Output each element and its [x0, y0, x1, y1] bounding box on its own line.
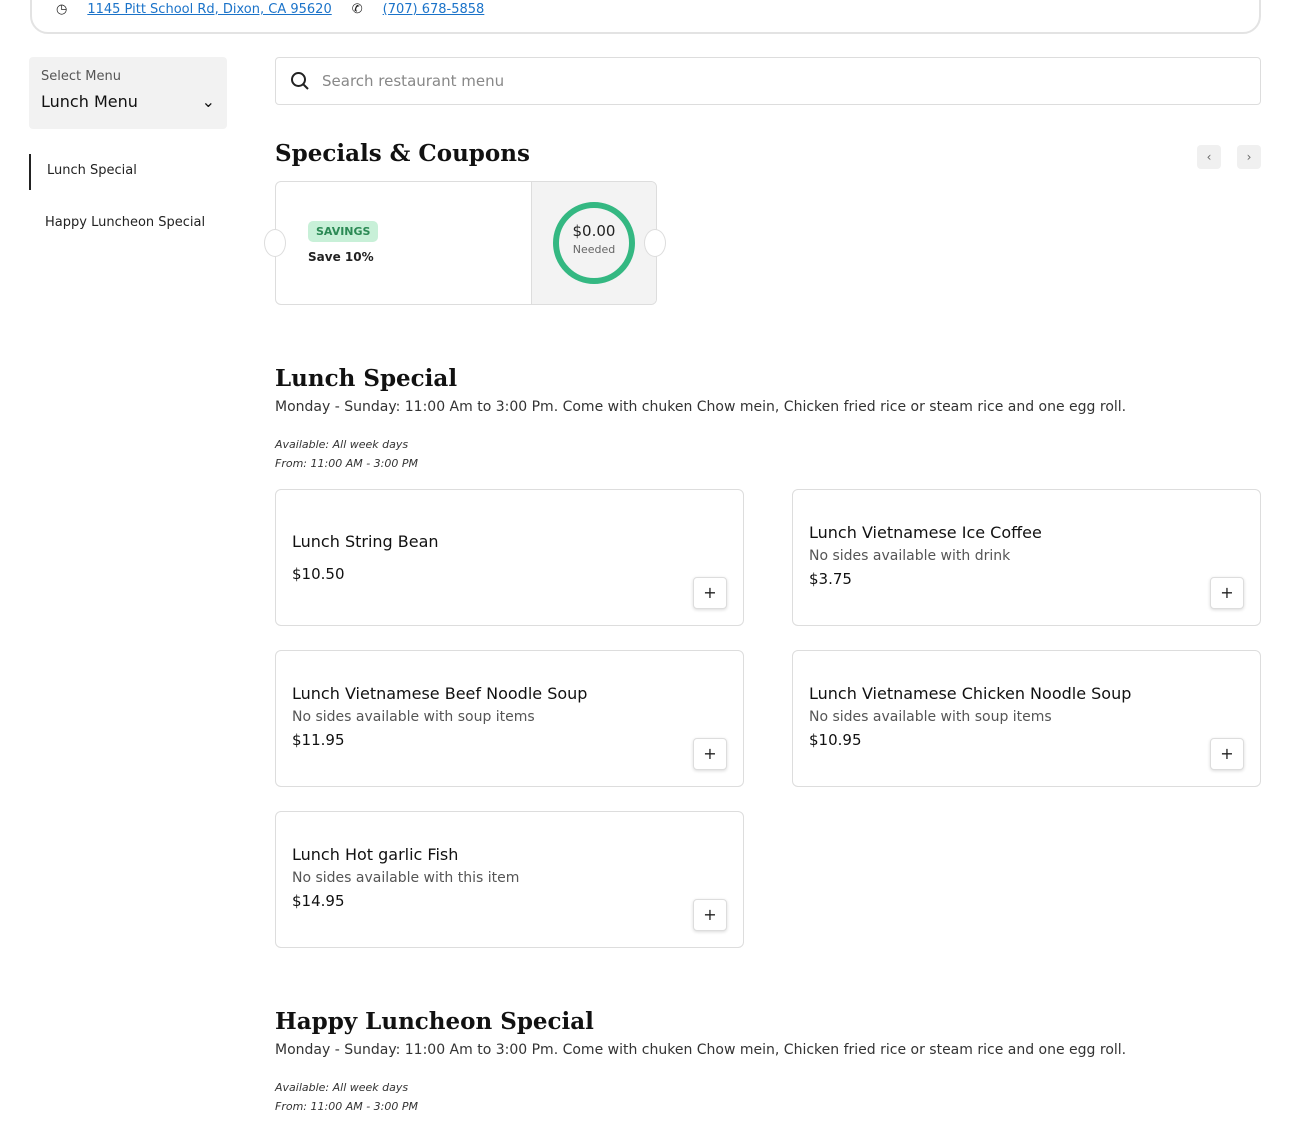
menu-item-card[interactable]: Lunch Vietnamese Beef Noodle Soup No sid…: [275, 650, 744, 787]
search-icon: [291, 72, 309, 90]
sidebar-item-lunch-special[interactable]: Lunch Special: [29, 154, 221, 190]
menu-item-card[interactable]: Lunch Vietnamese Ice Coffee No sides ava…: [792, 489, 1261, 626]
add-item-button[interactable]: +: [693, 577, 727, 609]
item-price: $3.75: [809, 570, 852, 588]
menu-select-label: Select Menu: [41, 69, 121, 84]
restaurant-info-card: ◷ 1145 Pitt School Rd, Dixon, CA 95620 ✆…: [30, 0, 1261, 34]
item-description: No sides available with drink: [809, 548, 1011, 564]
address-link[interactable]: 1145 Pitt School Rd, Dixon, CA 95620: [87, 2, 331, 18]
item-price: $10.50: [292, 565, 345, 583]
item-price: $10.95: [809, 731, 862, 749]
item-name: Lunch Hot garlic Fish: [292, 845, 459, 864]
menu-select[interactable]: Select Menu Lunch Menu ⌄: [29, 57, 227, 129]
item-description: No sides available with soup items: [809, 709, 1052, 725]
add-item-button[interactable]: +: [693, 738, 727, 770]
location-icon: ◷: [56, 2, 68, 17]
prev-button[interactable]: ‹: [1197, 145, 1221, 169]
coupon-progress-ring: $0.00 Needed: [553, 202, 635, 284]
item-name: Lunch Vietnamese Ice Coffee: [809, 523, 1042, 542]
phone-link[interactable]: (707) 678-5858: [383, 2, 485, 18]
availability-days: Available: All week days: [275, 1081, 409, 1094]
specials-title: Specials & Coupons: [275, 140, 530, 167]
chevron-right-icon: ›: [1246, 150, 1252, 164]
section-title: Lunch Special: [275, 365, 458, 392]
search-input[interactable]: Search restaurant menu: [275, 57, 1261, 105]
item-name: Lunch String Bean: [292, 532, 439, 551]
menu-item-card[interactable]: Lunch Hot garlic Fish No sides available…: [275, 811, 744, 948]
chevron-left-icon: ‹: [1206, 150, 1212, 164]
next-button[interactable]: ›: [1237, 145, 1261, 169]
category-nav: Lunch Special Happy Luncheon Special: [29, 154, 221, 242]
section-description: Monday - Sunday: 11:00 Am to 3:00 Pm. Co…: [275, 399, 1127, 415]
item-description: No sides available with this item: [292, 870, 520, 886]
coupon-amount-label: Needed: [572, 243, 616, 256]
item-price: $14.95: [292, 892, 345, 910]
menu-item-card[interactable]: Lunch String Bean $10.50 +: [275, 489, 744, 626]
availability-days: Available: All week days: [275, 438, 409, 451]
coupon-amount: $0.00: [572, 222, 616, 240]
availability-hours: From: 11:00 AM - 3:00 PM: [275, 457, 418, 470]
menu-item-card[interactable]: Lunch Vietnamese Chicken Noodle Soup No …: [792, 650, 1261, 787]
add-item-button[interactable]: +: [1210, 738, 1244, 770]
item-name: Lunch Vietnamese Beef Noodle Soup: [292, 684, 588, 703]
section-title: Happy Luncheon Special: [275, 1008, 594, 1035]
search-placeholder: Search restaurant menu: [322, 72, 505, 90]
add-item-button[interactable]: +: [693, 899, 727, 931]
sidebar-item-happy-luncheon-special[interactable]: Happy Luncheon Special: [29, 206, 221, 242]
menu-select-value: Lunch Menu: [41, 92, 138, 111]
coupon-card[interactable]: SAVINGS Save 10% $0.00 Needed: [275, 181, 657, 305]
add-item-button[interactable]: +: [1210, 577, 1244, 609]
coupon-notch: [644, 229, 666, 257]
coupon-badge: SAVINGS: [308, 221, 379, 242]
availability-hours: From: 11:00 AM - 3:00 PM: [275, 1100, 418, 1113]
item-name: Lunch Vietnamese Chicken Noodle Soup: [809, 684, 1132, 703]
section-description: Monday - Sunday: 11:00 Am to 3:00 Pm. Co…: [275, 1042, 1127, 1058]
item-price: $11.95: [292, 731, 345, 749]
phone-icon: ✆: [351, 2, 363, 17]
item-description: No sides available with soup items: [292, 709, 535, 725]
coupon-text: Save 10%: [308, 250, 374, 264]
coupon-notch: [264, 229, 286, 257]
chevron-down-icon: ⌄: [201, 92, 215, 111]
